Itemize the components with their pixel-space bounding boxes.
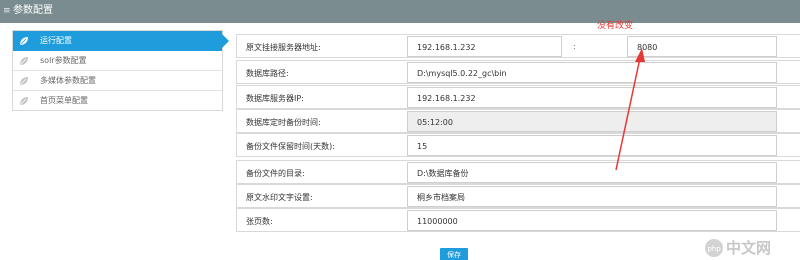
backup-time-input[interactable]: 05:12:00 bbox=[407, 111, 777, 132]
form-row-backup-dir: 备份文件的目录: D:\数据库备份 bbox=[236, 160, 800, 184]
backup-dir-input[interactable]: D:\数据库备份 bbox=[407, 162, 777, 183]
sidebar-item-label: 多媒体参数配置 bbox=[40, 76, 96, 85]
config-form: 原文挂接服务器地址: 192.168.1.232 : 8080 数据库路径: D… bbox=[236, 34, 800, 234]
annotation-arrow-icon bbox=[615, 48, 645, 171]
leaf-icon bbox=[20, 77, 28, 85]
retention-label: 备份文件保留时间(天数): bbox=[246, 142, 335, 151]
pages-input[interactable]: 11000000 bbox=[407, 210, 777, 231]
sidebar: 运行配置 solr参数配置 多媒体参数配置 首页菜单配置 bbox=[12, 30, 229, 111]
page-title: 参数配置 bbox=[13, 5, 53, 16]
backup-time-label: 数据库定时备份时间: bbox=[246, 118, 321, 127]
sidebar-item-run-config[interactable]: 运行配置 bbox=[13, 31, 229, 51]
server-host-value: 192.168.1.232 bbox=[417, 43, 476, 52]
form-row-backup-time: 数据库定时备份时间: 05:12:00 bbox=[236, 109, 800, 133]
leaf-icon bbox=[20, 57, 28, 65]
form-row-server: 原文挂接服务器地址: 192.168.1.232 : 8080 bbox=[236, 34, 800, 58]
host-port-separator: : bbox=[573, 42, 576, 51]
save-button[interactable]: 保存 bbox=[440, 248, 468, 260]
leaf-icon bbox=[20, 37, 28, 45]
pages-label: 张页数: bbox=[246, 217, 273, 226]
watermark-text: 中文网 bbox=[726, 239, 772, 257]
php-logo-icon: php bbox=[705, 239, 723, 257]
sidebar-item-media-config[interactable]: 多媒体参数配置 bbox=[13, 71, 222, 91]
sidebar-item-label: 运行配置 bbox=[40, 36, 72, 45]
watermark-text-value: 桐乡市档案局 bbox=[417, 193, 465, 202]
leaf-icon bbox=[20, 97, 28, 105]
form-row-pages: 张页数: 11000000 bbox=[236, 208, 800, 232]
pages-value: 11000000 bbox=[417, 217, 458, 226]
form-row-db-path: 数据库路径: D:\mysql5.0.22_gc\bin bbox=[236, 60, 800, 84]
sidebar-item-solr-config[interactable]: solr参数配置 bbox=[13, 51, 222, 71]
title-bar: ≡ 参数配置 bbox=[0, 0, 800, 23]
watermark-text-label: 原文水印文字设置: bbox=[246, 193, 313, 202]
backup-time-value: 05:12:00 bbox=[417, 118, 453, 127]
db-path-value: D:\mysql5.0.22_gc\bin bbox=[417, 69, 507, 78]
db-ip-label: 数据库服务器IP: bbox=[246, 94, 304, 103]
list-icon: ≡ bbox=[3, 6, 11, 16]
svg-text:php: php bbox=[707, 245, 721, 253]
form-row-db-ip: 数据库服务器IP: 192.168.1.232 bbox=[236, 85, 800, 109]
retention-value: 15 bbox=[417, 142, 428, 151]
form-row-retention: 备份文件保留时间(天数): 15 bbox=[236, 133, 800, 157]
form-row-watermark-text: 原文水印文字设置: 桐乡市档案局 bbox=[236, 184, 800, 208]
db-ip-value: 192.168.1.232 bbox=[417, 94, 476, 103]
sidebar-item-home-menu-config[interactable]: 首页菜单配置 bbox=[13, 91, 222, 111]
watermark-text-input[interactable]: 桐乡市档案局 bbox=[407, 186, 777, 207]
backup-dir-value: D:\数据库备份 bbox=[417, 169, 469, 178]
site-watermark: php 中文网 bbox=[704, 236, 800, 260]
backup-dir-label: 备份文件的目录: bbox=[246, 169, 305, 178]
sidebar-item-label: 首页菜单配置 bbox=[40, 96, 88, 105]
annotation-text: 没有改变 bbox=[597, 21, 634, 31]
retention-input[interactable]: 15 bbox=[407, 135, 777, 156]
sidebar-item-label: solr参数配置 bbox=[40, 56, 87, 65]
server-address-label: 原文挂接服务器地址: bbox=[246, 43, 321, 52]
db-path-input[interactable]: D:\mysql5.0.22_gc\bin bbox=[407, 62, 777, 83]
server-host-input[interactable]: 192.168.1.232 bbox=[407, 36, 562, 57]
db-ip-input[interactable]: 192.168.1.232 bbox=[407, 87, 777, 108]
db-path-label: 数据库路径: bbox=[246, 69, 289, 78]
